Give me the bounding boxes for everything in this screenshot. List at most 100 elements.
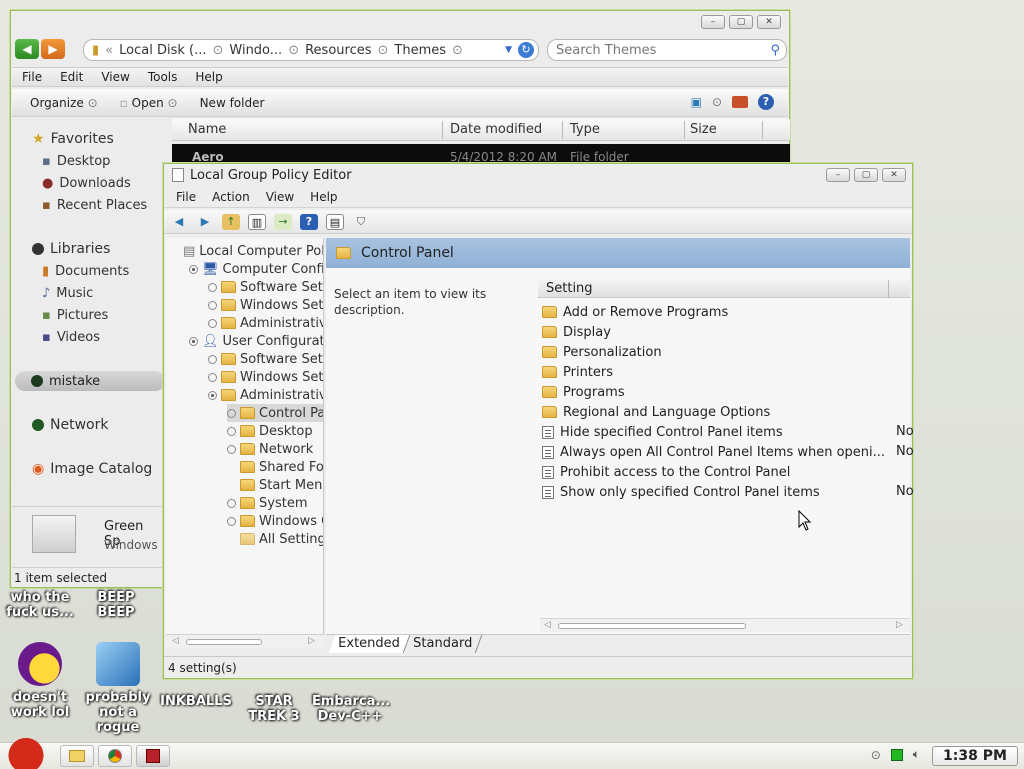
forward-button[interactable]: ▶ [41,39,65,59]
maximize-button[interactable]: ▢ [729,15,753,29]
tree-node[interactable]: Software Setti [208,350,323,368]
tab-standard[interactable]: Standard [403,634,483,653]
nav-recent-places[interactable]: ▪ Recent Places [42,195,147,215]
setting-policy-row[interactable]: Prohibit access to the Control Panel [542,462,790,482]
menu-view[interactable]: View [101,70,129,84]
expand-toggle-icon[interactable] [208,372,217,382]
menu-view[interactable]: View [266,190,294,204]
show-hide-tree-icon[interactable]: ▥ [248,213,266,230]
nav-desktop[interactable]: ▪ Desktop [42,151,110,171]
refresh-icon[interactable]: ↻ [518,42,534,58]
nav-videos[interactable]: ▪ Videos [42,327,100,347]
organize-button[interactable]: Organize ⊙ [30,96,98,110]
close-button[interactable]: ✕ [882,168,906,182]
menu-tools[interactable]: Tools [148,70,178,84]
expand-toggle-icon[interactable] [208,354,217,364]
properties-icon[interactable]: ▤ [326,213,344,230]
menu-file[interactable]: File [176,190,196,204]
expand-toggle-icon[interactable] [227,408,236,418]
taskbar-chrome-button[interactable] [98,745,132,767]
export-list-icon[interactable]: → [274,213,292,230]
nav-favorites[interactable]: ★ Favorites [32,129,114,149]
help-icon[interactable]: ? [300,213,318,230]
setting-folder-row[interactable]: Add or Remove Programs [542,302,728,322]
expand-toggle-icon[interactable] [227,516,236,526]
tree-node[interactable]: Windows C [227,512,323,530]
menu-help[interactable]: Help [310,190,337,204]
column-type[interactable]: Type [570,122,600,137]
tree-node[interactable]: Windows Setti [208,368,323,386]
tray-expand-icon[interactable]: ⊙ [871,748,881,762]
tree-node[interactable]: Start Menu [227,476,323,494]
scroll-thumb[interactable] [186,639,262,645]
setting-folder-row[interactable]: Programs [542,382,625,402]
desktop-icon-inkballs[interactable]: INKBALLS [158,694,234,709]
forward-arrow-icon[interactable]: ▶ [196,214,214,230]
setting-folder-row[interactable]: Display [542,322,611,342]
menu-action[interactable]: Action [212,190,250,204]
up-folder-icon[interactable]: ↑ [222,213,240,230]
settings-horizontal-scrollbar[interactable]: ◁ ▷ [540,618,910,632]
nav-homegroup-mistake[interactable]: mistake [15,371,165,391]
column-name[interactable]: Name [188,122,226,137]
nav-pictures[interactable]: ▪ Pictures [42,305,108,325]
nav-music[interactable]: ♪ Music [42,283,93,303]
menu-edit[interactable]: Edit [60,70,83,84]
tree-node[interactable]: Shared Fol [227,458,323,476]
back-arrow-icon[interactable]: ◀ [170,214,188,230]
tree-node[interactable]: Desktop [227,422,313,440]
search-icon[interactable]: ⚲ [770,43,780,58]
volume-icon[interactable]: 🔈︎ [913,747,920,762]
search-box[interactable]: Search Themes ⚲ [547,39,787,61]
column-date-modified[interactable]: Date modified [450,122,542,137]
maximize-button[interactable]: ▢ [854,168,878,182]
desktop-icon-doesnt-work[interactable]: doesn't work lol [2,642,78,720]
breadcrumb-local-disk[interactable]: Local Disk (... [119,43,206,58]
nav-network[interactable]: Network [32,415,108,435]
tree-node[interactable]: Administrative [208,314,323,332]
expand-toggle-icon[interactable] [208,300,217,310]
tree-horizontal-scrollbar[interactable]: ◁ ▷ [166,634,324,648]
setting-folder-row[interactable]: Regional and Language Options [542,402,770,422]
setting-policy-row[interactable]: Always open All Control Panel Items when… [542,442,885,462]
tree-node[interactable]: All Settings [227,530,323,548]
tree-node[interactable]: Control Par [227,404,323,422]
setting-folder-row[interactable]: Personalization [542,342,662,362]
tree-node[interactable]: 👤︎User Configuratio [189,332,323,350]
desktop-icon-star-trek-3[interactable]: STAR TREK 3 [236,694,312,724]
expand-toggle-icon[interactable] [189,264,198,274]
minimize-button[interactable]: – [701,15,725,29]
menu-help[interactable]: Help [195,70,222,84]
close-button[interactable]: ✕ [757,15,781,29]
taskbar-explorer-button[interactable] [60,745,94,767]
tree-node[interactable]: Administrative [208,386,323,404]
new-folder-button[interactable]: New folder [200,96,265,110]
tree-node[interactable]: ▤ Local Computer Poli [170,242,323,260]
nav-image-catalog[interactable]: ◉ Image Catalog [32,459,152,479]
view-options-icon[interactable]: ▣ [691,95,702,109]
nav-downloads[interactable]: ● Downloads [42,173,131,193]
expand-toggle-icon[interactable] [227,444,236,454]
setting-folder-row[interactable]: Printers [542,362,613,382]
gpe-title-bar[interactable]: Local Group Policy Editor [164,164,912,186]
tree-node[interactable]: Software Setti [208,278,323,296]
column-size[interactable]: Size [690,122,717,137]
tree-node[interactable]: System [227,494,307,512]
breadcrumb-windows[interactable]: Windo... [229,43,282,58]
desktop-icon-who-the[interactable]: who the fuck us... [2,590,78,620]
dropdown-arrow-icon[interactable]: ▼ [505,45,512,55]
column-setting[interactable]: Setting [546,281,593,296]
tree-node[interactable]: 🖥︎Computer Configu [189,260,323,278]
nav-libraries[interactable]: Libraries [32,239,110,259]
tree-node[interactable]: Network [227,440,313,458]
start-button-angry-bird-icon[interactable] [2,735,50,769]
filter-icon[interactable]: ⛉ [352,214,370,230]
desktop-icon-dev-cpp[interactable]: Embarca... Dev-C++ [312,694,390,724]
expand-toggle-icon[interactable] [208,282,217,292]
menu-file[interactable]: File [22,70,42,84]
open-button[interactable]: ▫ Open ⊙ [120,96,178,110]
setting-policy-row[interactable]: Show only specified Control Panel items [542,482,820,502]
taskbar-gpe-button[interactable] [136,745,170,767]
tree-node[interactable]: Windows Setti [208,296,323,314]
nav-documents[interactable]: ▮ Documents [42,261,129,281]
